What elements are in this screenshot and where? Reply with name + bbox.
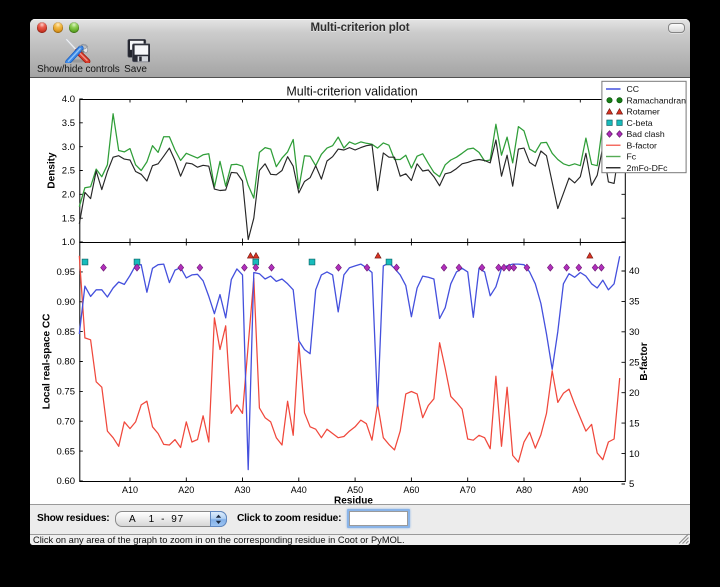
svg-text:1.5: 1.5 (62, 213, 75, 224)
svg-text:A60: A60 (403, 485, 419, 495)
svg-text:0.75: 0.75 (57, 387, 76, 398)
svg-text:CC: CC (627, 84, 640, 94)
svg-text:Bad clash: Bad clash (627, 129, 665, 139)
svg-text:Fc: Fc (627, 152, 637, 162)
svg-text:Local real-space CC: Local real-space CC (42, 314, 53, 410)
svg-text:A80: A80 (516, 485, 532, 495)
svg-text:Density: Density (47, 152, 58, 189)
svg-text:0.65: 0.65 (57, 446, 76, 457)
svg-text:15: 15 (629, 418, 640, 429)
svg-text:20: 20 (629, 388, 640, 399)
svg-text:0.85: 0.85 (57, 327, 76, 338)
svg-text:A30: A30 (234, 485, 250, 495)
svg-text:A40: A40 (291, 485, 307, 495)
svg-text:0.60: 0.60 (57, 476, 76, 487)
svg-text:A70: A70 (460, 485, 476, 495)
svg-text:1.0: 1.0 (62, 237, 75, 248)
svg-text:25: 25 (629, 358, 640, 369)
svg-text:A50: A50 (347, 485, 363, 495)
svg-text:B-factor: B-factor (627, 140, 658, 150)
svg-text:2.0: 2.0 (62, 190, 75, 201)
svg-text:10: 10 (629, 449, 640, 460)
svg-text:A90: A90 (572, 485, 588, 495)
svg-text:3.0: 3.0 (62, 142, 75, 153)
svg-text:0.70: 0.70 (57, 416, 76, 427)
svg-text:2.5: 2.5 (62, 166, 75, 177)
svg-text:2mFo-DFc: 2mFo-DFc (627, 163, 669, 173)
svg-text:A10: A10 (122, 485, 138, 495)
svg-text:0.95: 0.95 (57, 267, 76, 278)
svg-text:Multi-criterion validation: Multi-criterion validation (286, 85, 417, 99)
svg-text:Ramachandran: Ramachandran (627, 95, 687, 105)
svg-text:30: 30 (629, 327, 640, 338)
svg-text:C-beta: C-beta (627, 118, 653, 128)
svg-text:0.80: 0.80 (57, 357, 76, 368)
svg-text:A20: A20 (178, 485, 194, 495)
svg-text:35: 35 (629, 297, 640, 308)
svg-text:B-factor: B-factor (639, 342, 650, 380)
svg-text:3.5: 3.5 (62, 118, 75, 129)
svg-text:5: 5 (629, 479, 634, 490)
svg-text:4.0: 4.0 (62, 94, 75, 105)
svg-text:Rotamer: Rotamer (627, 107, 660, 117)
svg-text:40: 40 (629, 266, 640, 277)
svg-text:0.90: 0.90 (57, 297, 76, 308)
